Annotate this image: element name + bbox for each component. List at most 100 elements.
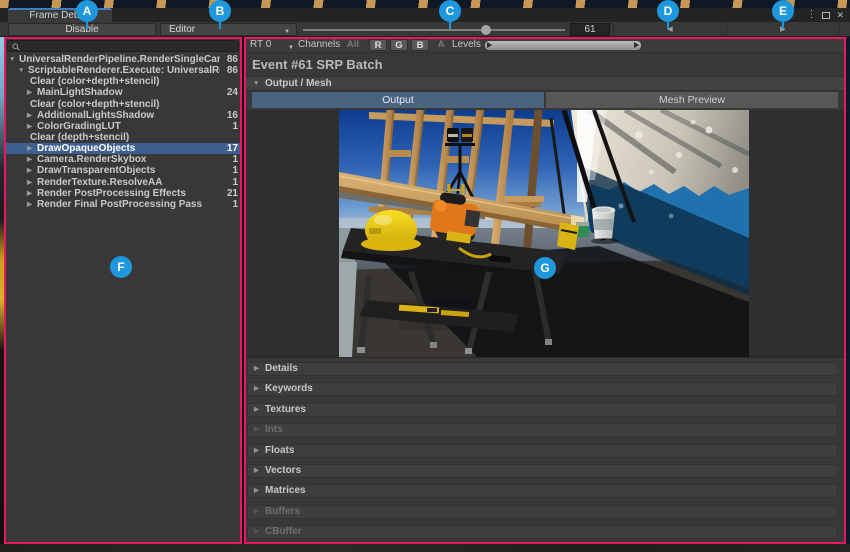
foldout-closed-icon: ▶: [254, 485, 259, 497]
target-dropdown[interactable]: Editor ▼: [160, 23, 297, 36]
section-keywords[interactable]: ▶ Keywords: [247, 382, 838, 396]
section-label: Vectors: [265, 465, 301, 477]
badge-d-tail: [667, 21, 669, 29]
output-mesh-foldout[interactable]: ▼ Output / Mesh: [245, 76, 845, 91]
tree-item[interactable]: Clear (depth+stencil): [5, 132, 242, 143]
channels-label: Channels: [298, 39, 340, 51]
section-label: Keywords: [265, 383, 313, 395]
disable-button[interactable]: Disable: [8, 23, 156, 36]
badge-a-tail: [86, 21, 88, 29]
tree-item-count: 86: [227, 54, 238, 65]
foldout-closed-icon[interactable]: ▶: [27, 110, 32, 121]
window-maximize-icon[interactable]: [822, 12, 830, 19]
tree-item-label: DrawTransparentObjects: [37, 165, 220, 176]
channel-button-all[interactable]: All: [340, 39, 366, 51]
foldout-open-icon[interactable]: ▼: [18, 65, 24, 76]
tree-item[interactable]: ▼ ScriptableRenderer.Execute: UniversalRe…: [5, 65, 242, 76]
foldout-open-icon[interactable]: ▼: [9, 54, 15, 65]
tree-item[interactable]: ▶RenderTexture.ResolveAA1: [5, 177, 242, 188]
channel-button-r[interactable]: R: [369, 39, 387, 51]
tree-item-label: AdditionalLightsShadow: [37, 110, 220, 121]
section-vectors[interactable]: ▶Vectors: [247, 464, 838, 478]
tree-item[interactable]: ▶Render PostProcessing Effects21: [5, 188, 242, 199]
tree-item[interactable]: ▶MainLightShadow24: [5, 87, 242, 98]
window-controls: ⋮ ✕: [806, 9, 844, 21]
section-matrices[interactable]: ▶Matrices: [247, 484, 838, 498]
badge-g: G: [534, 257, 556, 279]
foldout-closed-icon: ▶: [254, 445, 259, 457]
tree-item-label: Clear (depth+stencil): [30, 132, 220, 143]
section-label: Details: [265, 363, 298, 375]
tree-item-label: Clear (color+depth+stencil): [30, 99, 220, 110]
section-label: CBuffer: [265, 526, 302, 538]
channel-button-b[interactable]: B: [411, 39, 429, 51]
badge-b-letter: B: [216, 4, 225, 18]
previous-event-button[interactable]: ◀: [613, 22, 726, 37]
frame-number-field[interactable]: 61: [570, 23, 610, 36]
tree-item-label: ScriptableRenderer.Execute: UniversalRen…: [28, 65, 220, 76]
levels-min-handle[interactable]: [487, 42, 492, 48]
tree-item[interactable]: ▶ DrawTransparentObjects 1: [5, 165, 242, 176]
window-menu-icon[interactable]: ⋮: [806, 9, 816, 21]
tree-item[interactable]: ▶ColorGradingLUT1: [5, 121, 242, 132]
tab-output[interactable]: Output: [252, 92, 544, 108]
foldout-closed-icon[interactable]: ▶: [27, 154, 32, 165]
foldout-closed-icon[interactable]: ▶: [27, 87, 32, 98]
render-target-dropdown[interactable]: RT 0 ▼: [250, 39, 294, 51]
badge-e: E: [772, 0, 794, 22]
channel-button-g[interactable]: G: [390, 39, 408, 51]
badge-f-letter: F: [117, 260, 124, 274]
foldout-closed-icon[interactable]: ▶: [27, 121, 32, 132]
levels-max-handle[interactable]: [634, 42, 639, 48]
foldout-closed-icon: ▶: [254, 383, 259, 395]
badge-f: F: [110, 256, 132, 278]
badge-c: C: [439, 0, 461, 22]
window-close-icon[interactable]: ✕: [836, 9, 844, 21]
tab-mesh-preview[interactable]: Mesh Preview: [546, 92, 838, 108]
tree-item-count: 1: [232, 165, 238, 176]
foldout-closed-icon[interactable]: ▶: [27, 188, 32, 199]
tree-item[interactable]: Clear (color+depth+stencil): [5, 99, 242, 110]
frame-slider-handle[interactable]: [481, 25, 491, 35]
tree-item[interactable]: ▶AdditionalLightsShadow16: [5, 110, 242, 121]
tree-item[interactable]: Clear (color+depth+stencil): [5, 76, 242, 87]
section-floats[interactable]: ▶Floats: [247, 444, 838, 458]
section-buffers: ▶Buffers: [247, 505, 838, 519]
section-details[interactable]: ▶Details: [247, 362, 838, 376]
frame-slider[interactable]: [303, 29, 565, 31]
channel-button-a[interactable]: A: [432, 39, 450, 51]
tree-item-label: Camera.RenderSkybox: [37, 154, 220, 165]
tree-item-count: 21: [227, 188, 238, 199]
tree-item-label: UniversalRenderPipeline.RenderSingleCame…: [19, 54, 220, 65]
badge-g-letter: G: [540, 261, 549, 275]
target-dropdown-value: Editor: [169, 24, 195, 35]
tree-item[interactable]: ▼ UniversalRenderPipeline.RenderSingleCam…: [5, 54, 242, 65]
tree-item-label: RenderTexture.ResolveAA: [37, 177, 220, 188]
property-sections: ▶Details▶Keywords▶Textures▶Ints▶Floats▶V…: [247, 362, 838, 546]
frame-debugger-screenshot: Frame Debug ⋮ ✕ Disable Editor ▼ 61 ◀ ▶ …: [0, 0, 850, 552]
tree-item-label: Render Final PostProcessing Pass: [37, 199, 220, 210]
foldout-closed-icon: ▶: [254, 506, 259, 518]
tree-item-label: MainLightShadow: [37, 87, 220, 98]
foldout-closed-icon[interactable]: ▶: [27, 165, 32, 176]
tree-item[interactable]: ▶Camera.RenderSkybox1: [5, 154, 242, 165]
badge-c-tail: [449, 21, 451, 29]
badge-c-letter: C: [446, 4, 455, 18]
badge-a-letter: A: [83, 4, 92, 18]
foldout-closed-icon[interactable]: ▶: [27, 199, 32, 210]
search-input[interactable]: [7, 40, 239, 52]
section-textures[interactable]: ▶Textures: [247, 403, 838, 417]
preview-image: [339, 110, 749, 357]
window-titlebar: Frame Debug ⋮ ✕: [0, 8, 850, 22]
tree-item-count: 1: [232, 199, 238, 210]
render-target-value: RT 0: [250, 39, 271, 50]
event-title: Event #61 SRP Batch: [252, 57, 383, 72]
foldout-closed-icon[interactable]: ▶: [27, 177, 32, 188]
levels-label: Levels: [452, 39, 481, 51]
levels-slider[interactable]: [485, 41, 641, 50]
section-label: Ints: [265, 424, 283, 436]
foldout-closed-icon[interactable]: ▶: [27, 143, 32, 154]
tree-item[interactable]: ▶ Render Final PostProcessing Pass 1: [5, 199, 242, 210]
tree-item[interactable]: ▶DrawOpaqueObjects17: [5, 143, 242, 154]
foldout-closed-icon: ▶: [254, 404, 259, 416]
